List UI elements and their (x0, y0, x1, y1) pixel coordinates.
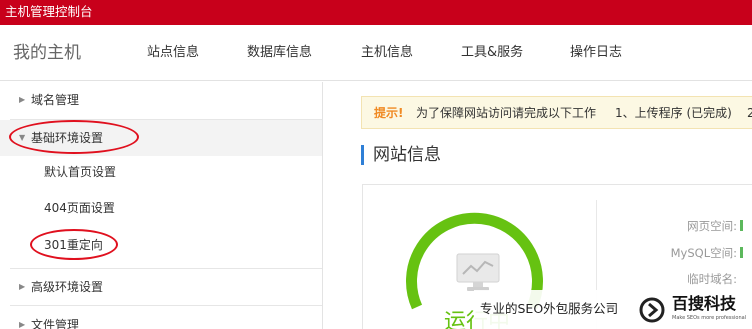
usage-bar (740, 247, 743, 258)
sidebar-item-label: 文件管理 (31, 318, 80, 329)
monitor-icon (456, 253, 500, 291)
top-bar: 主机管理控制台 (0, 0, 752, 25)
watermark-subtitle: Make SEOs more professional (672, 315, 747, 321)
sidebar-item-file-management[interactable]: ▶ 文件管理 (0, 307, 322, 329)
nav-database-info[interactable]: 数据库信息 (247, 44, 312, 62)
sidebar-divider (10, 305, 322, 306)
chevron-right-icon: ▶ (19, 282, 26, 291)
usage-bar (740, 220, 743, 231)
notice-banner: 提示! 为了保障网站访问请完成以下工作 1、上传程序 (已完成) 2 (361, 96, 752, 129)
mysql-space-label: MySQL空间: (671, 245, 743, 261)
main-nav: 我的主机 站点信息 数据库信息 主机信息 工具&服务 操作日志 (0, 25, 752, 81)
sidebar-item-domain-management[interactable]: ▶ 域名管理 (0, 82, 322, 118)
sidebar-subitem-404-page[interactable]: 404页面设置 (0, 190, 322, 226)
nav-site-info[interactable]: 站点信息 (147, 44, 199, 62)
sidebar-item-label: 高级环境设置 (31, 280, 104, 294)
nav-tools-services[interactable]: 工具&服务 (461, 44, 523, 62)
chevron-right-icon: ▶ (19, 95, 26, 104)
chevron-right-icon: ▶ (19, 320, 26, 329)
sidebar-item-label: 基础环境设置 (31, 131, 104, 145)
watermark: 专业的SEO外包服务公司 百搜科技 Make SEOs more profess… (474, 290, 752, 329)
sidebar-subitem-label: 404页面设置 (44, 201, 115, 215)
brand-logo-icon (639, 297, 665, 323)
sidebar-item-basic-environment[interactable]: ▼ 基础环境设置 (0, 120, 322, 156)
notice-text: 为了保障网站访问请完成以下工作 (416, 106, 597, 120)
notice-step: 1、上传程序 (已完成) (615, 106, 732, 120)
notice-step: 2 (747, 106, 752, 120)
watermark-brand: 百搜科技 (672, 294, 737, 313)
section-title: 网站信息 (361, 145, 441, 165)
sidebar: ▶ 域名管理 ▼ 基础环境设置 默认首页设置 404页面设置 301重定向 ▶ … (0, 82, 323, 329)
sidebar-subitem-label: 默认首页设置 (44, 165, 117, 179)
web-space-label: 网页空间: (687, 218, 743, 234)
sidebar-subitem-label: 301重定向 (44, 238, 103, 252)
temp-domain-label: 临时域名: (687, 272, 737, 286)
sidebar-subitem-default-homepage[interactable]: 默认首页设置 (0, 154, 322, 190)
sidebar-item-advanced-environment[interactable]: ▶ 高级环境设置 (0, 269, 322, 305)
notice-tag: 提示! (374, 106, 404, 120)
watermark-text: 专业的SEO外包服务公司 (480, 301, 619, 316)
nav-host-info[interactable]: 主机信息 (361, 44, 413, 62)
sidebar-item-label: 域名管理 (31, 93, 80, 107)
sidebar-subitem-301-redirect[interactable]: 301重定向 (0, 227, 322, 263)
console-title: 主机管理控制台 (5, 4, 93, 19)
chevron-down-icon: ▼ (19, 133, 26, 142)
nav-operation-log[interactable]: 操作日志 (570, 44, 622, 62)
my-host-title[interactable]: 我的主机 (13, 42, 81, 64)
